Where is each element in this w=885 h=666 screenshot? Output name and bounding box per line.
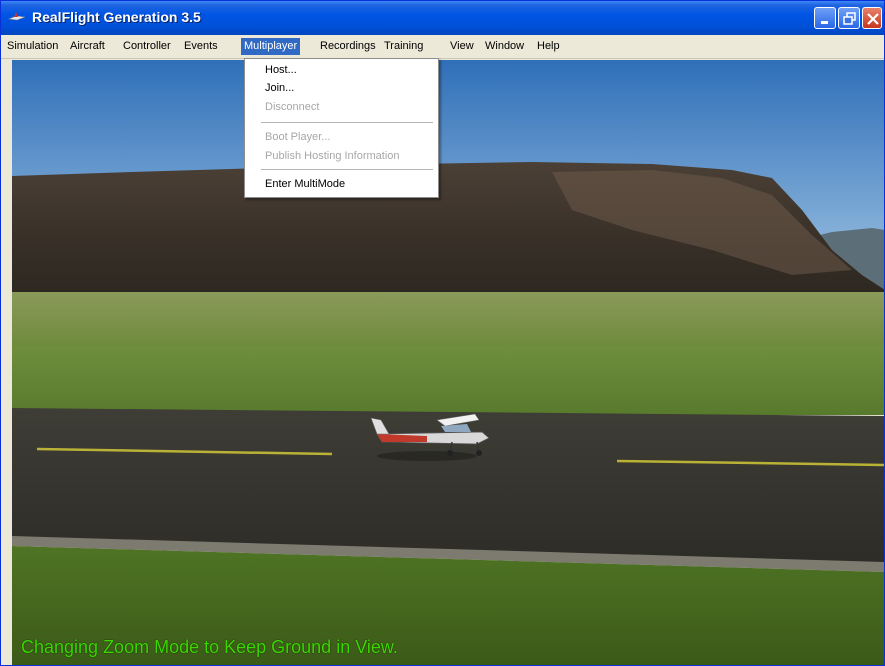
menu-separator: [261, 169, 433, 171]
title-bar[interactable]: RealFlight Generation 3.5: [1, 1, 884, 35]
window-title: RealFlight Generation 3.5: [32, 9, 201, 25]
menu-separator: [261, 122, 433, 124]
menu-controller[interactable]: Controller: [120, 38, 174, 55]
menu-events[interactable]: Events: [181, 38, 221, 55]
menu-option-publish-hosting-information: Publish Hosting Information: [265, 150, 400, 162]
menu-aircraft[interactable]: Aircraft: [67, 38, 108, 55]
flight-scene: [12, 60, 884, 665]
close-icon: [867, 13, 879, 25]
menu-bar: Simulation Aircraft Controller Events Mu…: [1, 35, 884, 59]
menu-option-join[interactable]: Join...: [265, 82, 294, 94]
far-grass: [12, 292, 884, 347]
menu-training[interactable]: Training: [381, 38, 426, 55]
status-message: Changing Zoom Mode to Keep Ground in Vie…: [21, 637, 398, 657]
menu-simulation[interactable]: Simulation: [4, 38, 61, 55]
menu-view[interactable]: View: [447, 38, 477, 55]
close-button[interactable]: [862, 7, 882, 29]
menu-option-disconnect: Disconnect: [265, 101, 320, 113]
minimize-button[interactable]: [814, 7, 836, 29]
menu-multiplayer[interactable]: Multiplayer: [241, 38, 301, 55]
menu-recordings[interactable]: Recordings: [317, 38, 379, 55]
app-icon: [8, 12, 26, 21]
menu-window[interactable]: Window: [482, 38, 527, 55]
menu-option-enter-multimode[interactable]: Enter MultiMode: [265, 178, 345, 190]
multiplayer-dropdown: Host... Join... Disconnect Boot Player..…: [244, 58, 439, 198]
menu-option-boot-player: Boot Player...: [265, 131, 331, 143]
app-window: RealFlight Generation 3.5 Simulation Air…: [0, 0, 885, 666]
restore-button[interactable]: [838, 7, 860, 29]
minimize-icon: [821, 21, 828, 24]
menu-option-host[interactable]: Host...: [265, 64, 297, 76]
simulation-viewport[interactable]: [12, 60, 884, 665]
menu-help[interactable]: Help: [534, 38, 563, 55]
field: [12, 345, 884, 415]
restore-icon: [843, 12, 856, 25]
